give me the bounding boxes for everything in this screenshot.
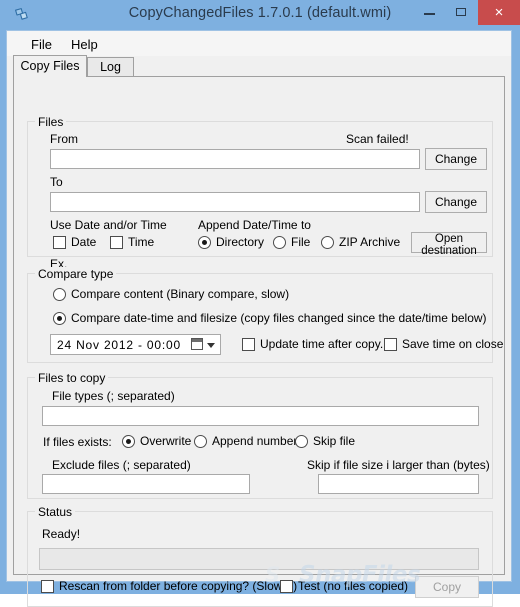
open-destination-button[interactable]: Open destination <box>411 232 487 257</box>
from-change-button[interactable]: Change <box>425 148 487 170</box>
copy-button[interactable]: Copy <box>415 576 479 598</box>
to-label: To <box>50 175 63 189</box>
radio-circle <box>194 435 207 448</box>
tab-panel-copy-files: Files From Scan failed! Change To Change… <box>13 76 505 607</box>
checkbox-box <box>280 580 293 593</box>
to-input[interactable] <box>50 192 420 212</box>
checkbox-label: Rescan from folder before copying? (Slow… <box>59 579 298 593</box>
skip-size-input[interactable] <box>318 474 479 494</box>
datetime-picker[interactable]: 24 Nov 2012 - 00:00 <box>50 334 221 355</box>
scan-status-label: Scan failed! <box>346 132 409 146</box>
files-group-legend: Files <box>35 115 67 129</box>
checkbox-label: Date <box>71 235 97 249</box>
exclude-files-label: Exclude files (; separated) <box>52 458 191 472</box>
maximize-icon <box>456 8 466 16</box>
radio-circle <box>53 288 66 301</box>
menu-item-file[interactable]: File <box>24 35 59 54</box>
checkbox-box <box>110 236 123 249</box>
status-group: Status Ready! Rescan from folder before … <box>27 505 493 607</box>
compare-type-legend: Compare type <box>35 267 117 281</box>
status-group-legend: Status <box>35 505 76 519</box>
application-window: CopyChangedFiles 1.7.0.1 (default.wmi) ×… <box>0 0 520 607</box>
minimize-button[interactable] <box>414 0 444 25</box>
checkbox-label: Time <box>128 235 155 249</box>
tab-log[interactable]: Log <box>87 57 134 77</box>
close-button[interactable]: × <box>478 0 520 25</box>
exclude-files-input[interactable] <box>42 474 250 494</box>
checkbox-box <box>53 236 66 249</box>
from-input[interactable] <box>50 149 420 169</box>
checkbox-box <box>41 580 54 593</box>
progress-bar <box>39 548 479 570</box>
files-to-copy-group: Files to copy File types (; separated) I… <box>27 371 493 499</box>
radio-circle <box>295 435 308 448</box>
maximize-button[interactable] <box>446 0 476 25</box>
checkbox-box <box>384 338 397 351</box>
if-files-exists-label: If files exists: <box>43 435 112 449</box>
radio-label: Overwrite <box>140 434 192 448</box>
files-to-copy-legend: Files to copy <box>35 371 109 385</box>
radio-label: Compare date-time and filesize (copy fil… <box>71 311 487 325</box>
tab-strip: Copy Files Log <box>13 55 505 77</box>
chevron-down-icon <box>207 343 215 348</box>
append-date-time-label: Append Date/Time to <box>198 218 311 232</box>
from-label: From <box>50 132 78 146</box>
radio-label: Directory <box>216 235 265 249</box>
to-change-button[interactable]: Change <box>425 191 487 213</box>
files-group: Files From Scan failed! Change To Change… <box>27 115 493 271</box>
tab-copy-files[interactable]: Copy Files <box>13 55 87 77</box>
radio-label: File <box>291 235 311 249</box>
minimize-icon <box>424 13 435 15</box>
client-area: File Help Copy Files Log Files From Scan… <box>6 30 512 607</box>
skip-size-label: Skip if file size i larger than (bytes) <box>307 458 490 472</box>
radio-label: Append number <box>212 434 298 448</box>
calendar-icon <box>191 338 203 350</box>
use-date-time-label: Use Date and/or Time <box>50 218 167 232</box>
radio-label: ZIP Archive <box>339 235 401 249</box>
radio-circle <box>273 236 286 249</box>
title-bar: CopyChangedFiles 1.7.0.1 (default.wmi) × <box>0 0 520 30</box>
menu-bar: File Help <box>7 31 511 56</box>
status-text: Ready! <box>42 527 81 541</box>
menu-item-help[interactable]: Help <box>64 35 105 54</box>
radio-circle <box>321 236 334 249</box>
radio-label: Skip file <box>313 434 356 448</box>
file-types-input[interactable] <box>42 406 479 426</box>
checkbox-label: Update time after copy. <box>260 337 384 351</box>
close-icon: × <box>494 4 504 21</box>
datetime-value: 24 Nov 2012 - 00:00 <box>57 338 181 352</box>
radio-circle <box>53 312 66 325</box>
file-types-label: File types (; separated) <box>52 389 175 403</box>
checkbox-label: Test (no files copied) <box>298 579 409 593</box>
checkbox-box <box>242 338 255 351</box>
radio-circle <box>198 236 211 249</box>
radio-label: Compare content (Binary compare, slow) <box>71 287 290 301</box>
radio-circle <box>122 435 135 448</box>
checkbox-label: Save time on close <box>402 337 504 351</box>
compare-type-group: Compare type Compare content (Binary com… <box>27 267 503 363</box>
